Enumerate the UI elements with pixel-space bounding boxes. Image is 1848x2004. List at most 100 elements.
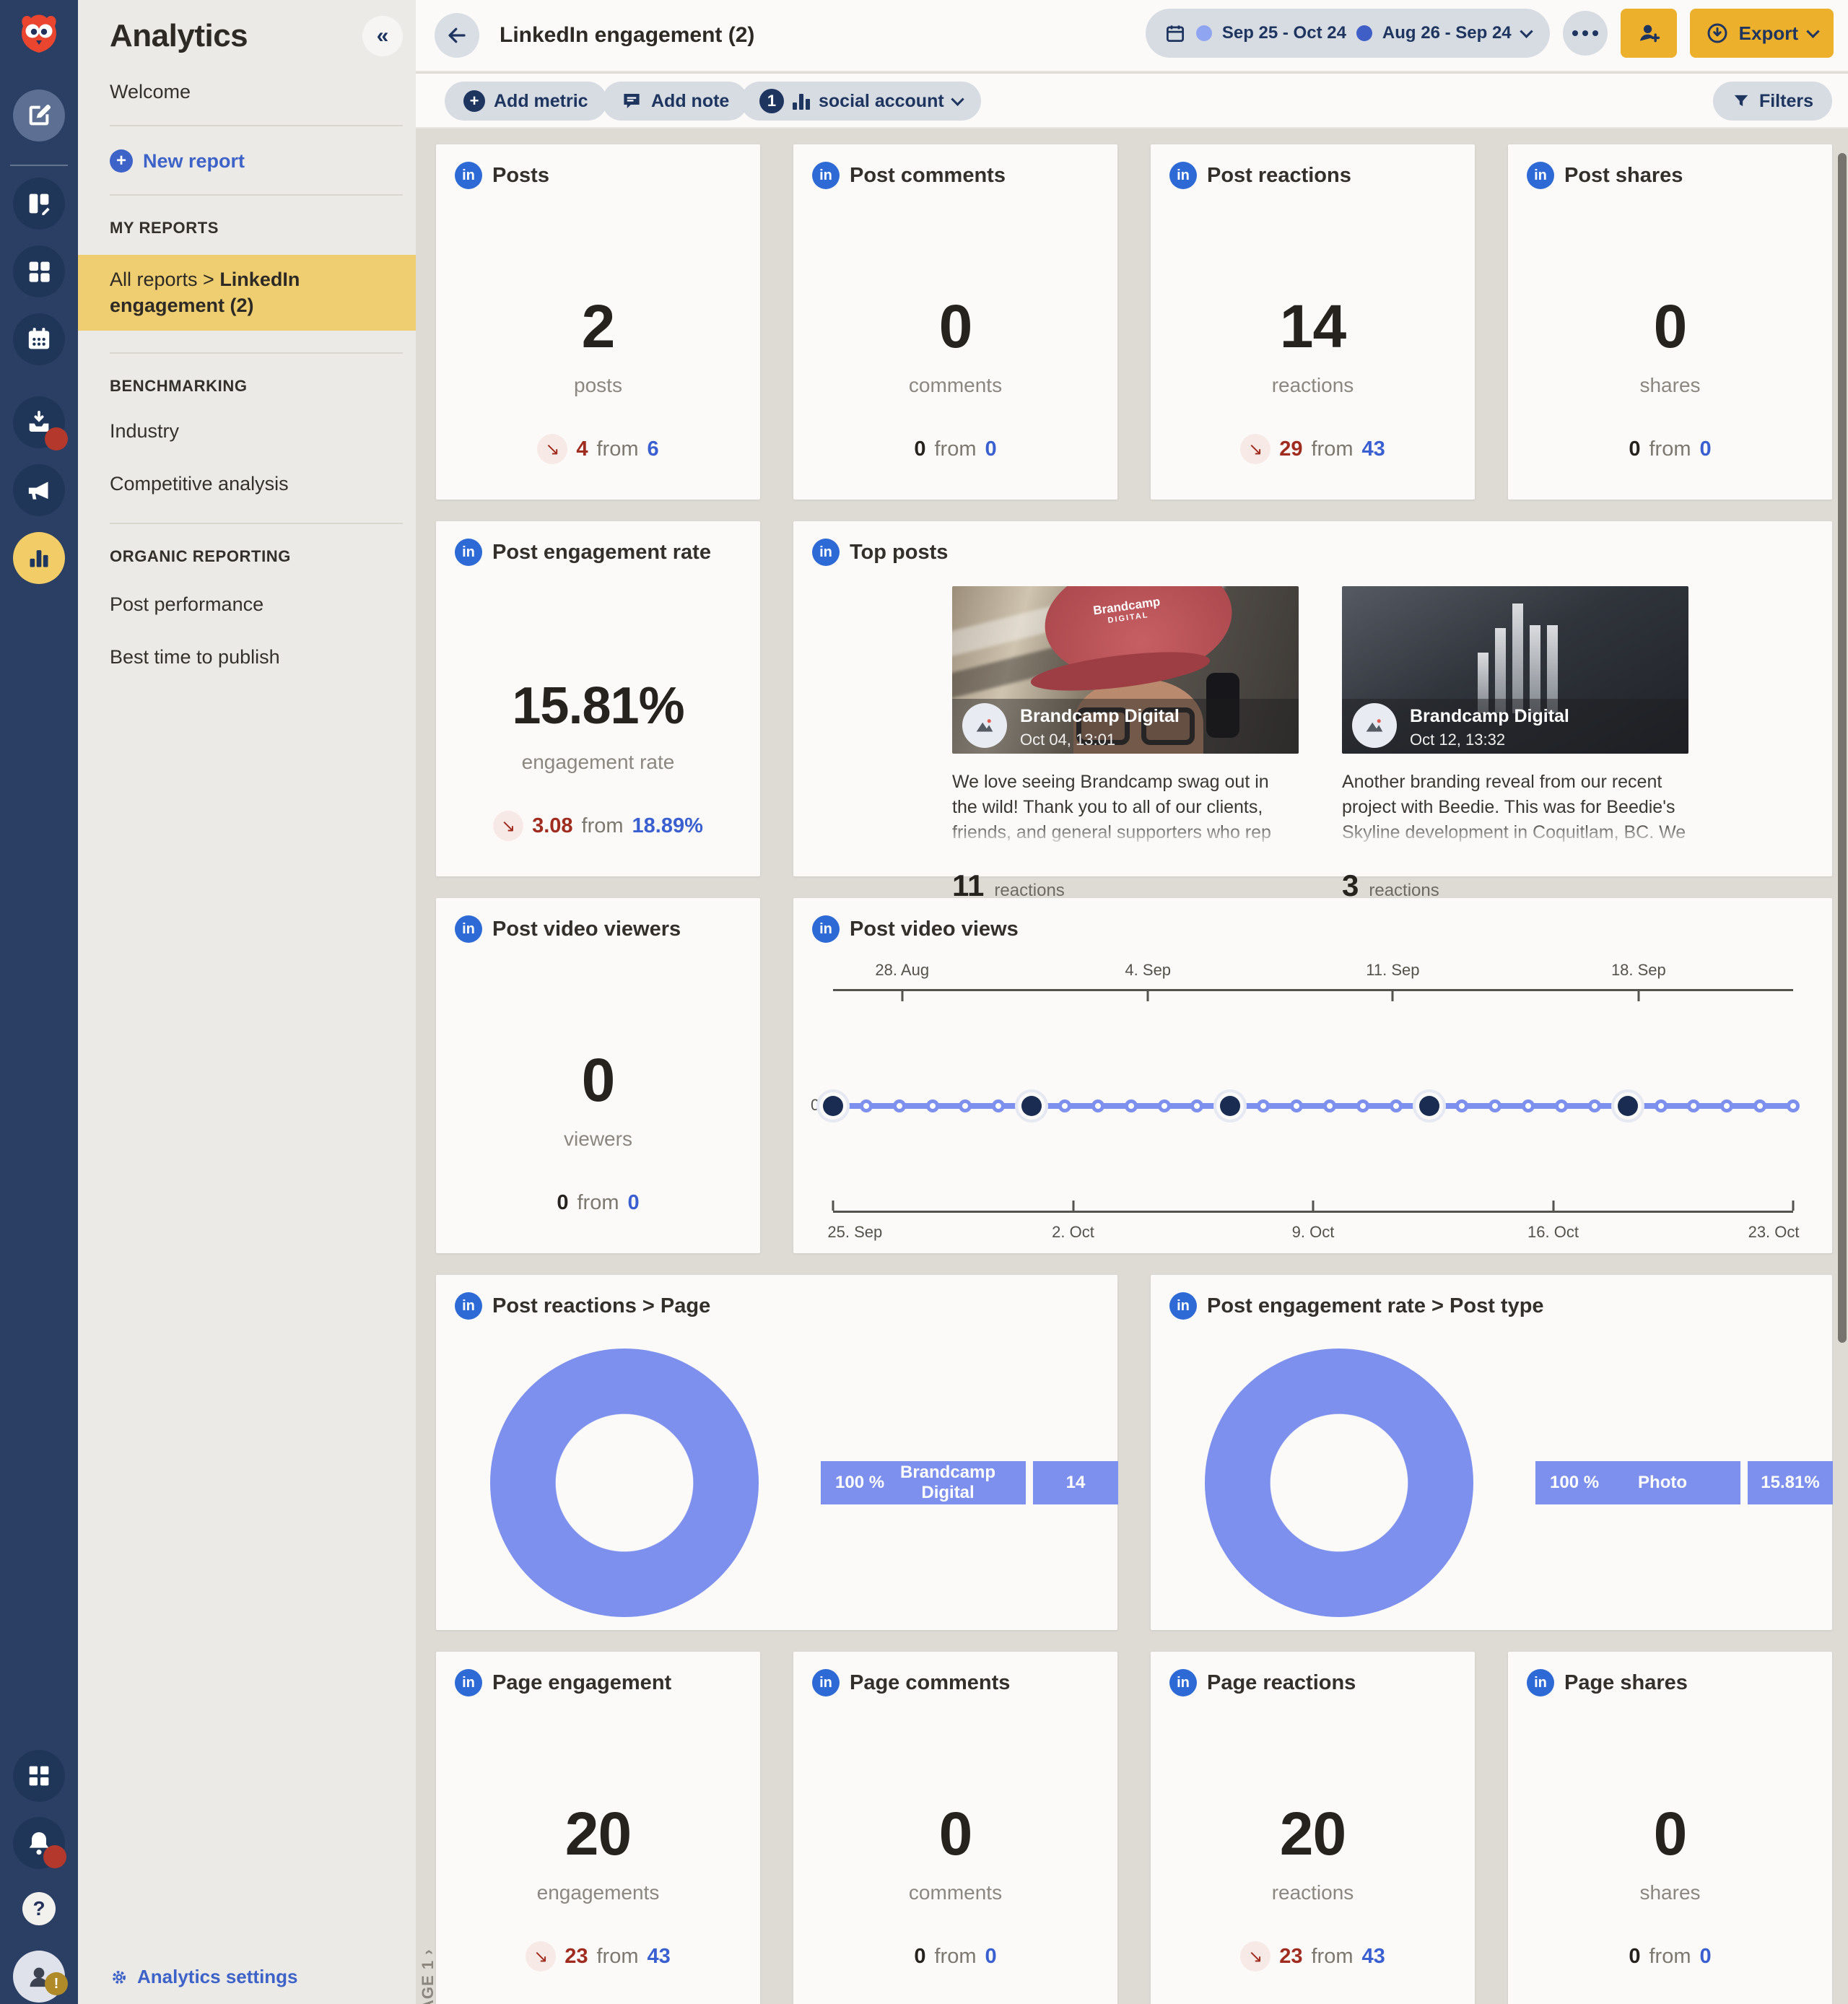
chart-data-point: [926, 1099, 939, 1112]
help-icon[interactable]: ?: [13, 1883, 65, 1935]
linkedin-icon: in: [455, 1669, 482, 1696]
chart-data-point: [1323, 1099, 1336, 1112]
legend-percent: 100 %: [835, 1473, 884, 1493]
report-title: LinkedIn engagement (2): [500, 23, 754, 48]
export-label: Export: [1739, 22, 1798, 45]
post-caption: Another branding reveal from our recent …: [1342, 770, 1688, 850]
sidebar-item-industry[interactable]: Industry: [110, 420, 416, 443]
date-range-picker[interactable]: Sep 25 - Oct 24 Aug 26 - Sep 24: [1146, 9, 1550, 58]
export-button[interactable]: Export: [1690, 9, 1834, 58]
metric-unit: posts: [436, 374, 760, 397]
donut-chart[interactable]: [1205, 1349, 1473, 1617]
analytics-settings-label: Analytics settings: [137, 1966, 298, 1988]
more-options-button[interactable]: [1563, 11, 1608, 56]
hootsuite-owl-icon[interactable]: [16, 12, 62, 58]
linkedin-icon: in: [1527, 1669, 1554, 1696]
chart-data-point: [1455, 1099, 1468, 1112]
promote-megaphone-icon[interactable]: [13, 464, 65, 516]
top-posts-card: inTop posts BrandcampDIGITAL: [793, 521, 1832, 876]
metric-delta: 0 from 0: [436, 1187, 760, 1219]
donut-chart[interactable]: [490, 1349, 759, 1617]
linkedin-icon: in: [812, 162, 840, 189]
sidebar-item-active-report[interactable]: All reports > LinkedIn engagement (2): [78, 255, 416, 331]
back-button[interactable]: [435, 13, 479, 58]
trend-down-icon: ↘: [537, 434, 567, 464]
card-title: Page comments: [850, 1671, 1010, 1695]
page-tab[interactable]: PAGE 1 ›: [419, 1948, 437, 2004]
metric-value: 20: [1151, 1803, 1475, 1864]
filters-button[interactable]: Filters: [1713, 82, 1832, 121]
metric-card-post-engagement-rate: inPost engagement rate 15.81% engagement…: [436, 521, 760, 876]
collapse-sidebar-icon[interactable]: «: [362, 16, 403, 56]
comparison-date-range: Aug 26 - Sep 24: [1382, 23, 1512, 43]
legend-value: 14: [1033, 1461, 1118, 1504]
chart-data-point: [1091, 1099, 1104, 1112]
add-note-label: Add note: [651, 91, 729, 112]
report-canvas: PAGE 1 › inPosts 2 posts ↘ 4 from 6 inPo…: [416, 128, 1848, 2004]
chart-data-point: [1058, 1099, 1071, 1112]
card-title: Post video views: [850, 918, 1019, 941]
chart-data-point: [1787, 1099, 1800, 1112]
donut-legend[interactable]: 100 % Brandcamp Digital 14: [821, 1461, 1118, 1504]
notifications-badge: [43, 1845, 66, 1868]
metric-delta: 0 from 0: [793, 1940, 1117, 1972]
sidebar-item-competitive-analysis[interactable]: Competitive analysis: [110, 473, 416, 495]
metric-card-page-comments: inPage comments 0 comments 0 from 0: [793, 1652, 1117, 2004]
legend-value: 15.81%: [1748, 1461, 1833, 1504]
section-my-reports: MY REPORTS: [110, 219, 416, 238]
chart-data-point: [959, 1099, 972, 1112]
chart-data-point: [1125, 1099, 1138, 1112]
invite-member-button[interactable]: [1621, 9, 1677, 58]
analytics-icon[interactable]: [13, 532, 65, 584]
sidebar-item-best-time-to-publish[interactable]: Best time to publish: [110, 646, 416, 668]
divider: [110, 125, 403, 126]
linkedin-icon: in: [455, 1292, 482, 1320]
metric-unit: viewers: [436, 1128, 760, 1151]
post-meta-overlay: Brandcamp Digital Oct 04, 13:01: [952, 699, 1299, 754]
add-note-button[interactable]: Add note: [602, 82, 748, 121]
funnel-icon: [1732, 92, 1751, 110]
scrollbar-thumb[interactable]: [1838, 153, 1847, 1343]
metric-unit: reactions: [1151, 1881, 1475, 1904]
linkedin-icon: in: [455, 915, 482, 943]
metric-unit: engagements: [436, 1881, 760, 1904]
compose-icon[interactable]: [13, 90, 65, 141]
top-post-2[interactable]: Brandcamp Digital Oct 12, 13:32 Another …: [1342, 586, 1688, 903]
sidebar-title: Analytics: [110, 18, 248, 54]
metric-value: 0: [1508, 296, 1832, 357]
add-metric-button[interactable]: + Add metric: [445, 82, 607, 121]
social-account-selector[interactable]: 1 social account: [741, 82, 981, 121]
analytics-settings-link[interactable]: Analytics settings: [110, 1966, 298, 1988]
section-benchmarking: BENCHMARKING: [110, 377, 416, 396]
streams-icon[interactable]: [13, 178, 65, 230]
post-meta-overlay: Brandcamp Digital Oct 12, 13:32: [1342, 699, 1688, 754]
chart-data-point: [1257, 1099, 1270, 1112]
planner-calendar-icon[interactable]: [13, 313, 65, 365]
trend-down-icon: ↘: [1240, 434, 1270, 464]
post-date: Oct 12, 13:32: [1410, 731, 1505, 749]
donut-legend[interactable]: 100 % Photo 15.81%: [1535, 1461, 1833, 1504]
sidebar-item-welcome[interactable]: Welcome: [110, 81, 416, 103]
linkedin-icon: in: [455, 539, 482, 566]
top-post-1[interactable]: BrandcampDIGITAL Brandcamp Digital Oct 0…: [952, 586, 1299, 903]
metric-value: 0: [793, 296, 1117, 357]
chart-data-point: [1190, 1099, 1203, 1112]
metric-delta: ↘ 23 from 43: [436, 1940, 760, 1972]
dashboard-icon[interactable]: [13, 245, 65, 297]
metric-value: 0: [793, 1803, 1117, 1864]
metric-card-post-comments: inPost comments 0 comments 0 from 0: [793, 144, 1117, 500]
account-alert-badge: !: [45, 1972, 68, 1995]
chart-series-line: [833, 1103, 1793, 1109]
new-report-button[interactable]: + New report: [110, 149, 416, 173]
chart-data-point: [1720, 1099, 1733, 1112]
download-icon: [1706, 22, 1729, 45]
apps-grid-icon[interactable]: [13, 1750, 65, 1802]
post-author: Brandcamp Digital: [1020, 706, 1180, 727]
sidebar-item-post-performance[interactable]: Post performance: [110, 593, 416, 616]
bar-chart-icon: [793, 92, 810, 110]
chart-data-point: [1555, 1099, 1568, 1112]
linkedin-icon: in: [1169, 162, 1197, 189]
metric-value: 2: [436, 296, 760, 357]
plus-icon: +: [110, 149, 133, 173]
divider: [110, 352, 403, 354]
